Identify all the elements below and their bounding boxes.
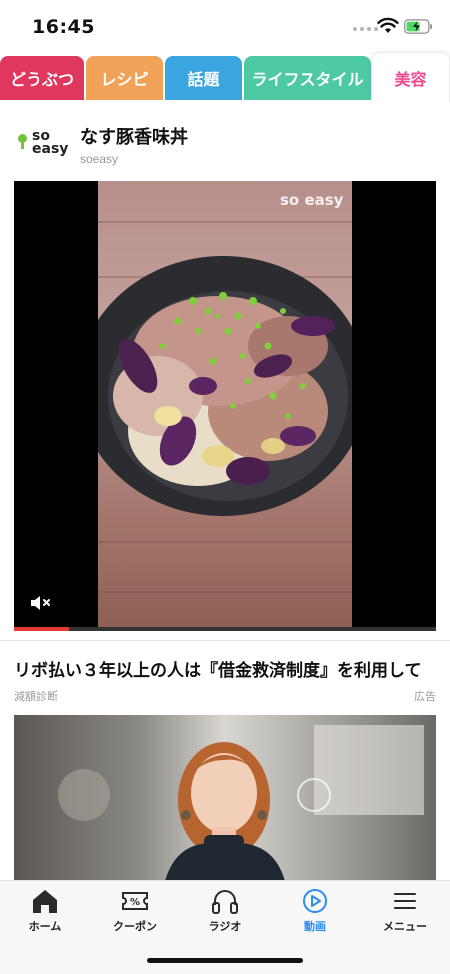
mute-icon[interactable] bbox=[30, 594, 52, 612]
nav-radio-label: ラジオ bbox=[208, 920, 242, 933]
play-icon bbox=[303, 889, 327, 913]
article-header[interactable]: so easy なす豚香味丼 soeasy bbox=[0, 108, 450, 178]
tab-topics[interactable]: 話題 bbox=[165, 56, 242, 100]
battery-charging-icon bbox=[404, 19, 432, 34]
status-bar: 16:45 bbox=[0, 0, 450, 50]
video-frame: so easy bbox=[98, 181, 352, 627]
nav-radio[interactable]: ラジオ bbox=[180, 887, 270, 937]
rice-bowl-image bbox=[98, 256, 352, 516]
soeasy-logo: so easy bbox=[16, 128, 70, 166]
category-tabs: どうぶつ レシピ 話題 ライフスタイル 美容 bbox=[0, 52, 450, 102]
coupon-icon: % bbox=[122, 892, 148, 910]
nav-home-label: ホーム bbox=[28, 920, 62, 933]
nav-video[interactable]: 動画 bbox=[270, 887, 360, 937]
article-source: soeasy bbox=[80, 152, 119, 166]
tab-animals[interactable]: どうぶつ bbox=[0, 56, 84, 100]
ad-image[interactable] bbox=[14, 715, 436, 885]
tab-recipe[interactable]: レシピ bbox=[86, 56, 163, 100]
menu-icon bbox=[394, 893, 416, 909]
tab-beauty[interactable]: 美容 bbox=[371, 52, 450, 102]
nav-menu[interactable]: メニュー bbox=[360, 887, 450, 937]
divider bbox=[0, 640, 450, 641]
status-time: 16:45 bbox=[32, 16, 95, 38]
video-player[interactable]: so easy bbox=[14, 181, 436, 631]
logo-text: so easy bbox=[32, 128, 69, 157]
ad-title[interactable]: リボ払い３年以上の人は『借金救済制度』を利用して bbox=[14, 656, 422, 681]
home-icon bbox=[33, 890, 57, 913]
nav-menu-label: メニュー bbox=[383, 920, 427, 933]
home-indicator bbox=[147, 958, 303, 963]
ad-label: 広告 bbox=[414, 690, 436, 703]
cellular-signal-icon bbox=[353, 27, 378, 31]
wifi-icon bbox=[377, 17, 399, 33]
ad-source: 減額診断 bbox=[14, 690, 58, 703]
nav-coupon-label: クーポン bbox=[113, 920, 157, 933]
tab-lifestyle[interactable]: ライフスタイル bbox=[244, 56, 371, 100]
nav-home[interactable]: ホーム bbox=[0, 887, 90, 937]
woman-portrait-image bbox=[58, 725, 424, 885]
watermark-text: so easy bbox=[280, 191, 344, 209]
article-title[interactable]: なす豚香味丼 bbox=[80, 123, 188, 149]
video-progress[interactable] bbox=[14, 627, 436, 631]
video-watermark: so easy bbox=[280, 193, 343, 208]
svg-text:%: % bbox=[130, 897, 140, 908]
nav-video-label: 動画 bbox=[304, 920, 326, 933]
nav-coupon[interactable]: % クーポン bbox=[90, 887, 180, 937]
video-progress-fill bbox=[14, 627, 69, 631]
headphones-icon bbox=[212, 890, 238, 914]
